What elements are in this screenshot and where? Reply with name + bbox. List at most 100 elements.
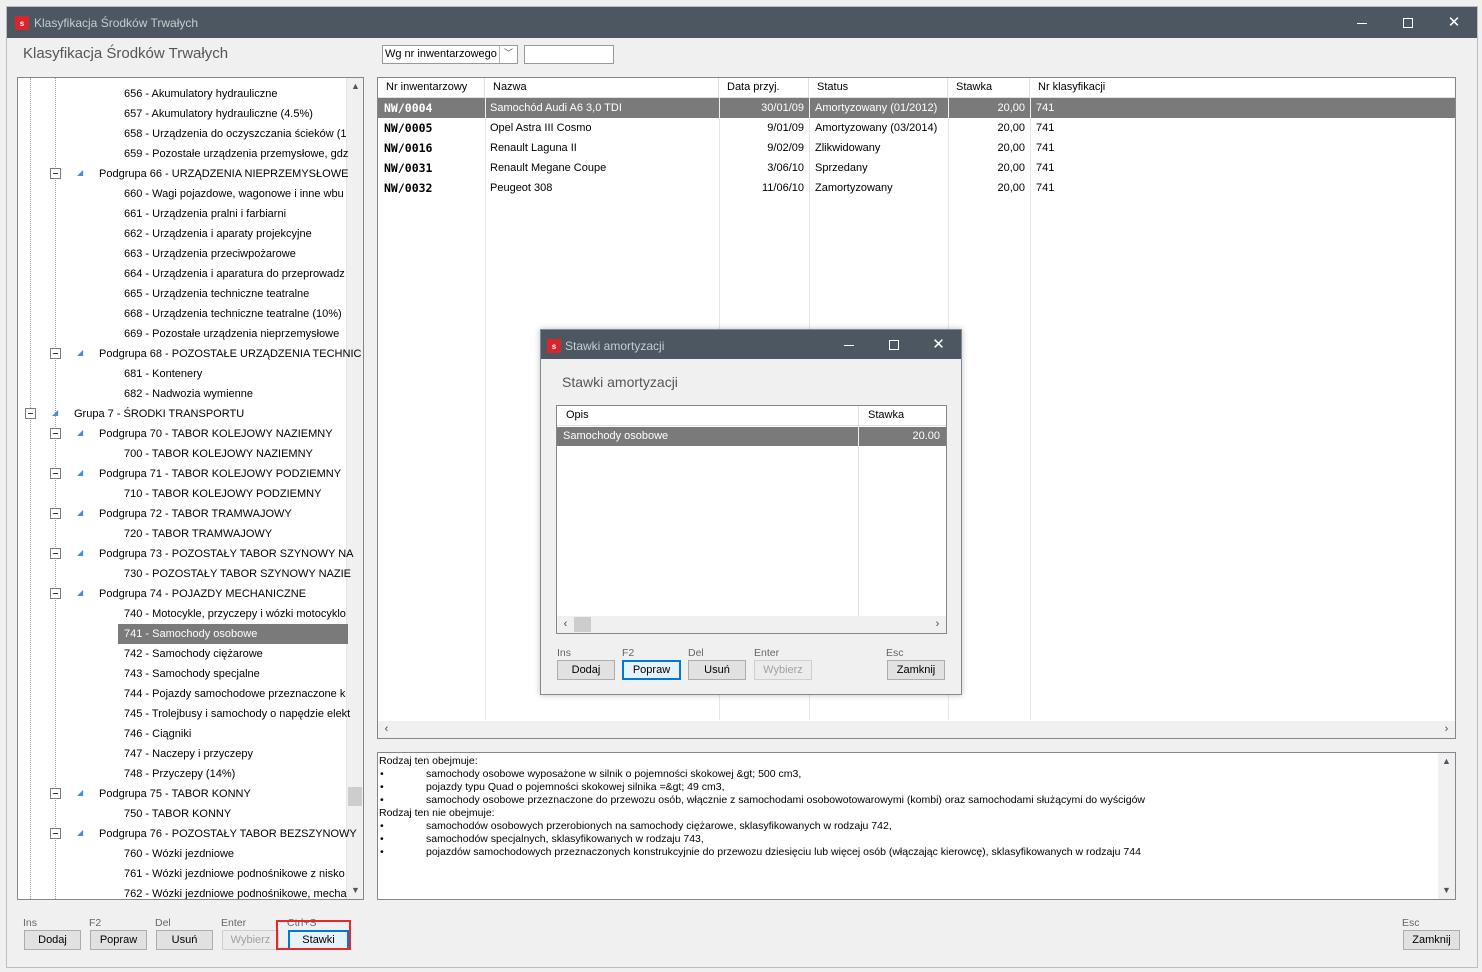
expanded-triangle-icon[interactable]: ◢	[77, 428, 83, 437]
dialog-choose-button[interactable]: Wybierz	[754, 660, 812, 680]
close-button[interactable]: Zamknij	[1403, 930, 1460, 950]
tree-item[interactable]: Podgrupa 73 - POZOSTAŁY TABOR SZYNOWY NA	[99, 544, 354, 564]
classification-tree[interactable]: ▲ ▼ 656 - Akumulatory hydrauliczne 657 - …	[17, 77, 364, 900]
tree-item[interactable]: 668 - Urządzenia techniczne teatralne (1…	[124, 304, 342, 324]
scroll-down-icon[interactable]: ▼	[1438, 882, 1455, 899]
column-header[interactable]: Stawka	[948, 78, 1030, 98]
tree-item[interactable]: 750 - TABOR KONNY	[124, 804, 231, 824]
tree-item[interactable]: 662 - Urządzenia i aparaty projekcyjne	[124, 224, 312, 244]
tree-item[interactable]: Podgrupa 72 - TABOR TRAMWAJOWY	[99, 504, 292, 524]
collapse-icon[interactable]	[50, 348, 61, 359]
scroll-thumb[interactable]	[348, 787, 362, 806]
table-row[interactable]: NW/0032 Peugeot 308 11/06/10 Zamortyzowany 2…	[378, 178, 1455, 198]
tree-item[interactable]: 761 - Wózki jezdniowe podnośnikowe z nis…	[124, 864, 345, 884]
expanded-triangle-icon[interactable]: ◢	[77, 788, 83, 797]
maximize-button[interactable]	[1385, 7, 1431, 38]
column-header-opis[interactable]: Opis	[557, 406, 858, 426]
table-row[interactable]: NW/0016 Renault Laguna II 9/02/09 Zlikwidow…	[378, 138, 1455, 158]
expanded-triangle-icon[interactable]: ◢	[77, 588, 83, 597]
tree-item[interactable]: 700 - TABOR KOLEJOWY NAZIEMNY	[124, 444, 313, 464]
collapse-icon[interactable]	[50, 828, 61, 839]
expanded-triangle-icon[interactable]: ◢	[77, 828, 83, 837]
column-header[interactable]: Data przyj.	[719, 78, 809, 98]
collapse-icon[interactable]	[50, 468, 61, 479]
column-header[interactable]: Status	[809, 78, 948, 98]
grid-hscrollbar[interactable]: ‹ ›	[378, 721, 1455, 738]
scroll-down-icon[interactable]: ▼	[347, 882, 363, 899]
tree-item[interactable]: Podgrupa 66 - URZĄDZENIA NIEPRZEMYSŁOWE	[99, 164, 348, 184]
dialog-hscrollbar[interactable]: ‹ ›	[557, 616, 946, 633]
tree-item[interactable]: 720 - TABOR TRAMWAJOWY	[124, 524, 272, 544]
tree-item[interactable]: 743 - Samochody specjalne	[124, 664, 260, 684]
collapse-icon[interactable]	[50, 168, 61, 179]
table-row[interactable]: NW/0004 Samochód Audi A6 3,0 TDI 30/01/09 A…	[378, 98, 1455, 118]
expanded-triangle-icon[interactable]: ◢	[77, 548, 83, 557]
expanded-triangle-icon[interactable]: ◢	[77, 168, 83, 177]
table-row[interactable]: NW/0031 Renault Megane Coupe 3/06/10 Sprzed…	[378, 158, 1455, 178]
tree-item[interactable]: 710 - TABOR KOLEJOWY PODZIEMNY	[124, 484, 321, 504]
dialog-maximize-button[interactable]	[871, 330, 916, 359]
dialog-delete-button[interactable]: Usuń	[688, 660, 746, 680]
tree-item[interactable]: 661 - Urządzenia pralni i farbiarni	[124, 204, 286, 224]
tree-item[interactable]: 660 - Wagi pojazdowe, wagonowe i inne wb…	[124, 184, 344, 204]
scroll-up-icon[interactable]: ▲	[1438, 753, 1455, 770]
rates-grid[interactable]: Opis Stawka Samochody osobowe 20.00 ‹ ›	[556, 405, 947, 634]
tree-item[interactable]: 744 - Pojazdy samochodowe przeznaczone k	[124, 684, 345, 704]
tree-item[interactable]: 741 - Samochody osobowe	[118, 624, 348, 644]
search-input[interactable]	[524, 45, 614, 64]
expanded-triangle-icon[interactable]: ◢	[77, 508, 83, 517]
tree-item[interactable]: 745 - Trolejbusy i samochody o napędzie …	[124, 704, 350, 724]
tree-scrollbar[interactable]: ▲ ▼	[346, 78, 363, 899]
tree-item[interactable]: 657 - Akumulatory hydrauliczne (4.5%)	[124, 104, 313, 124]
scroll-left-icon[interactable]: ‹	[557, 616, 574, 633]
tree-item[interactable]: Podgrupa 75 - TABOR KONNY	[99, 784, 251, 804]
expanded-triangle-icon[interactable]: ◢	[77, 468, 83, 477]
minimize-button[interactable]	[1339, 7, 1385, 38]
tree-item[interactable]: 682 - Nadwozia wymienne	[124, 384, 253, 404]
tree-item[interactable]: 663 - Urządzenia przeciwpożarowe	[124, 244, 296, 264]
dialog-close-action-button[interactable]: Zamknij	[887, 660, 945, 680]
dialog-edit-button[interactable]: Popraw	[622, 660, 681, 680]
collapse-icon[interactable]	[50, 588, 61, 599]
tree-item[interactable]: Podgrupa 70 - TABOR KOLEJOWY NAZIEMNY	[99, 424, 333, 444]
tree-item[interactable]: 760 - Wózki jezdniowe	[124, 844, 234, 864]
tree-item[interactable]: 740 - Motocykle, przyczepy i wózki motoc…	[124, 604, 346, 624]
expanded-triangle-icon[interactable]: ◢	[77, 348, 83, 357]
tree-item[interactable]: 730 - POZOSTAŁY TABOR SZYNOWY NAZIE	[124, 564, 351, 584]
tree-item[interactable]: 659 - Pozostałe urządzenia przemysłowe, …	[124, 144, 348, 164]
tree-item[interactable]: Podgrupa 76 - POZOSTAŁY TABOR BEZSZYNOWY	[99, 824, 357, 844]
tree-item[interactable]: 742 - Samochody ciężarowe	[124, 644, 263, 664]
column-header-stawka[interactable]: Stawka	[859, 406, 946, 426]
chevron-down-icon[interactable]: ﹀	[499, 46, 517, 63]
close-window-button[interactable]: ✕	[1431, 7, 1477, 38]
tree-item[interactable]: 748 - Przyczepy (14%)	[124, 764, 235, 784]
scroll-right-icon[interactable]: ›	[1438, 721, 1455, 738]
collapse-icon[interactable]	[50, 428, 61, 439]
expanded-triangle-icon[interactable]: ◢	[52, 408, 58, 417]
scroll-up-icon[interactable]: ▲	[347, 78, 363, 95]
description-text[interactable]: ▲ ▼ Rodzaj ten obejmuje: • samochody osobo…	[377, 752, 1456, 900]
table-row[interactable]: NW/0005 Opel Astra III Cosmo 9/01/09 Amorty…	[378, 118, 1455, 138]
collapse-icon[interactable]	[50, 548, 61, 559]
table-row[interactable]: Samochody osobowe 20.00	[557, 427, 946, 446]
tree-item[interactable]: Podgrupa 71 - TABOR KOLEJOWY PODZIEMNY	[99, 464, 341, 484]
description-scrollbar[interactable]: ▲ ▼	[1438, 753, 1455, 899]
tree-item[interactable]: 669 - Pozostałe urządzenia nieprzemysłow…	[124, 324, 339, 344]
tree-item[interactable]: 747 - Naczepy i przyczepy	[124, 744, 253, 764]
dialog-close-button[interactable]: ✕	[916, 330, 961, 359]
column-header[interactable]: Nr inwentarzowy	[378, 78, 485, 98]
choose-button[interactable]: Wybierz	[222, 930, 279, 950]
dialog-minimize-button[interactable]	[826, 330, 871, 359]
add-button[interactable]: Dodaj	[24, 930, 81, 950]
tree-item[interactable]: 656 - Akumulatory hydrauliczne	[124, 84, 277, 104]
column-header[interactable]: Nr klasyfikacji	[1030, 78, 1455, 98]
tree-item[interactable]: 664 - Urządzenia i aparatura do przeprow…	[124, 264, 345, 284]
tree-item[interactable]: Podgrupa 68 - POZOSTAŁE URZĄDZENIA TECHN…	[99, 344, 361, 364]
column-header[interactable]: Nazwa	[485, 78, 719, 98]
tree-item[interactable]: 665 - Urządzenia techniczne teatralne	[124, 284, 309, 304]
tree-item[interactable]: 762 - Wózki jezdniowe podnośnikowe, mech…	[124, 884, 347, 899]
edit-button[interactable]: Popraw	[90, 930, 147, 950]
collapse-icon[interactable]	[25, 408, 36, 419]
collapse-icon[interactable]	[50, 788, 61, 799]
dialog-add-button[interactable]: Dodaj	[557, 660, 615, 680]
